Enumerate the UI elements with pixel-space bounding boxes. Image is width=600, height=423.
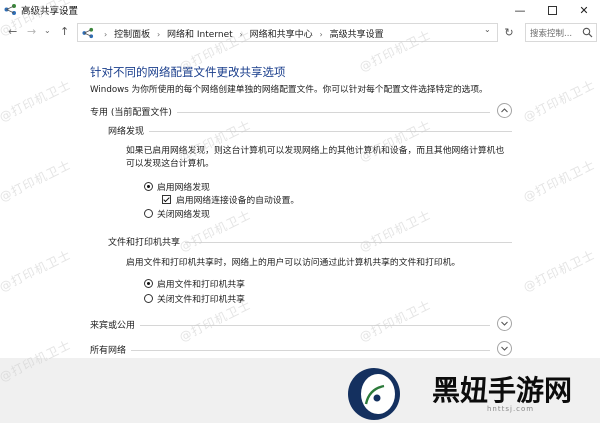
chevron-up-icon[interactable] (497, 103, 512, 118)
page-description: Windows 为你所使用的每个网络创建单独的网络配置文件。你可以针对每个配置文… (90, 85, 488, 95)
section-guest-public[interactable]: 来宾或公用 (90, 316, 512, 334)
file-sharing-text: 启用文件和打印机共享时，网络上的用户可以访问通过此计算机共享的文件和打印机。 (126, 258, 461, 268)
divider (90, 325, 490, 326)
network-discovery-off-radio[interactable]: 关闭网络发现 (144, 207, 210, 220)
radio-button[interactable] (144, 278, 153, 288)
search-icon[interactable] (582, 27, 593, 38)
watermark: @打印机卫士 (521, 77, 598, 125)
section-guest-label[interactable]: 来宾或公用 (90, 318, 141, 331)
network-sharing-icon (82, 27, 94, 39)
maximize-icon (547, 5, 557, 15)
divider (90, 350, 490, 351)
network-discovery-header: 网络发现 (108, 124, 512, 138)
network-discovery-title: 网络发现 (108, 124, 150, 137)
title-bar: 高级共享设置 — ✕ (0, 0, 600, 20)
site-logo-url: hnttsj.com (487, 405, 535, 413)
radio-button[interactable] (144, 208, 153, 218)
file-sharing-on-radio[interactable]: 启用文件和打印机共享 (144, 277, 245, 290)
checkbox[interactable] (162, 194, 171, 204)
chevron-down-icon[interactable] (497, 316, 512, 331)
breadcrumb-network-sharing-center[interactable]: 网络和共享中心 (250, 30, 313, 40)
radio-button[interactable] (144, 293, 153, 303)
breadcrumb-separator: › (104, 30, 108, 39)
breadcrumb-control-panel[interactable]: 控制面板 (114, 30, 150, 40)
watermark: @打印机卫士 (521, 247, 598, 295)
breadcrumb-separator[interactable]: › (320, 30, 323, 39)
network-discovery-on-radio[interactable]: 启用网络发现 (144, 180, 210, 193)
address-bar[interactable]: › 控制面板 › 网络和 Internet › 网络和共享中心 › 高级共享设置 (77, 23, 498, 42)
search-placeholder: 搜索控制... (530, 29, 573, 39)
file-sharing-header: 文件和打印机共享 (108, 235, 512, 249)
minimize-icon: — (514, 3, 526, 17)
auto-setup-checkbox[interactable]: 启用网络连接设备的自动设置。 (162, 193, 299, 206)
network-discovery-on-label[interactable]: 启用网络发现 (157, 180, 210, 193)
address-dropdown-button[interactable]: ⌄ (484, 25, 498, 34)
watermark: @打印机卫士 (0, 247, 74, 295)
network-discovery-off-label[interactable]: 关闭网络发现 (157, 207, 210, 220)
watermark: @打印机卫士 (521, 157, 598, 205)
section-all-label[interactable]: 所有网络 (90, 343, 132, 356)
file-sharing-title: 文件和打印机共享 (108, 235, 186, 248)
auto-setup-label[interactable]: 启用网络连接设备的自动设置。 (176, 193, 299, 206)
close-icon: ✕ (579, 3, 589, 17)
divider (108, 131, 512, 132)
site-logo-icon (348, 368, 400, 420)
watermark: @打印机卫士 (0, 77, 74, 125)
site-logo-text: 黑妞手游网 (432, 374, 573, 407)
file-sharing-off-radio[interactable]: 关闭文件和打印机共享 (144, 292, 245, 305)
section-all-networks[interactable]: 所有网络 (90, 341, 512, 359)
search-input[interactable]: 搜索控制... (525, 23, 597, 42)
close-button[interactable]: ✕ (566, 0, 600, 20)
breadcrumb-advanced-sharing[interactable]: 高级共享设置 (330, 30, 384, 40)
logo-figure-icon (364, 384, 385, 405)
radio-button[interactable] (144, 181, 153, 191)
section-private[interactable]: 专用 (当前配置文件) (90, 103, 512, 121)
maximize-button[interactable] (534, 0, 570, 20)
watermark: @打印机卫士 (0, 157, 74, 205)
recent-locations-button[interactable]: ⌄ (44, 26, 51, 35)
up-button[interactable]: ↑ (60, 25, 69, 38)
refresh-button[interactable]: ↻ (501, 23, 517, 42)
breadcrumb-separator[interactable]: › (157, 30, 160, 39)
file-sharing-on-label[interactable]: 启用文件和打印机共享 (157, 277, 245, 290)
chevron-down-icon[interactable] (497, 341, 512, 356)
section-private-label[interactable]: 专用 (当前配置文件) (90, 105, 177, 118)
minimize-button[interactable]: — (502, 0, 538, 20)
